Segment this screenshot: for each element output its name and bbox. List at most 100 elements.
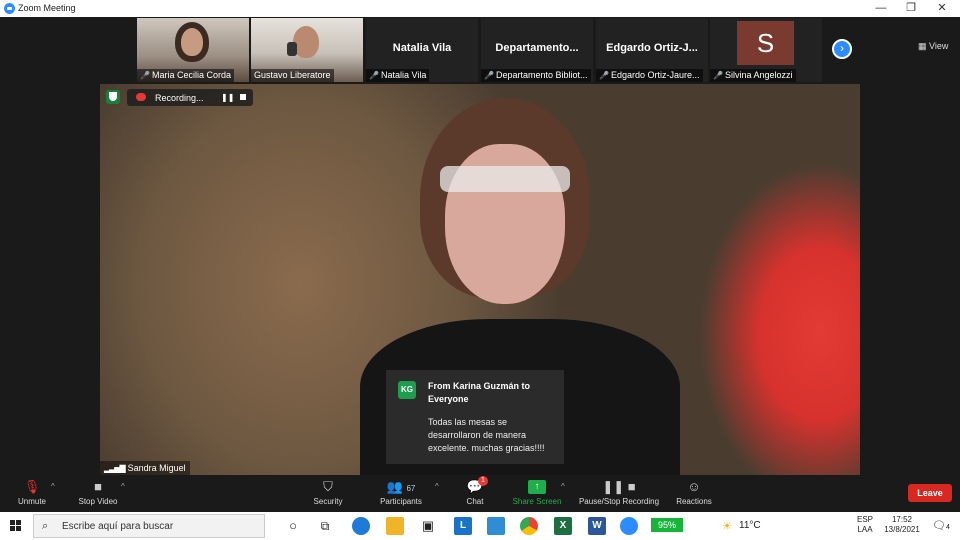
smiley-icon: ☺ [687,479,701,494]
view-label: View [929,41,949,51]
participant-name-tag: 🎤 Silvina Angelozzi [710,69,796,82]
clock[interactable]: 17:52 13/8/2021 [880,515,924,535]
zoom-logo-icon [4,3,15,14]
participant-tile[interactable]: S 🎤 Silvina Angelozzi [710,18,822,82]
encryption-shield-icon[interactable] [106,90,120,104]
share-screen-label: Share Screen [512,497,562,506]
security-button[interactable]: ⛉ Security [308,476,348,512]
meeting-toolbar: 🎙 Unmute ^ ■ Stop Video ^ ⛉ Security 👥 6… [0,476,960,512]
audio-options-caret[interactable]: ^ [51,482,55,491]
participant-tile[interactable]: 🎤 Maria Cecilia Corda [137,18,249,82]
signal-icon: ▂▃▅▇ [104,464,126,473]
notification-count: 4 [946,524,950,531]
language-indicator[interactable]: ESP LAA [855,515,875,535]
battery-indicator[interactable]: 95% [651,518,683,532]
restore-button[interactable]: ❐ [896,0,926,17]
video-options-caret[interactable]: ^ [121,482,125,491]
unmute-button[interactable]: 🎙 Unmute [14,476,50,512]
window-titlebar: Zoom Meeting — ❐ ✕ [0,0,960,17]
weather-icon: ☀ [721,519,733,533]
language-code: ESP [856,515,873,524]
participant-avatar: S [737,21,794,65]
participant-name-tag: 🎤 Departamento Bibliot... [481,69,591,82]
participant-name: Silvina Angelozzi [724,70,793,80]
share-options-caret[interactable]: ^ [561,482,565,491]
participant-tile[interactable]: Edgardo Ortiz-J... 🎤 Edgardo Ortiz-Jaure.… [596,18,708,82]
participant-name-tag: Gustavo Liberatore [251,69,334,82]
participants-count: 67 [406,484,416,493]
participant-name-tag: 🎤 Edgardo Ortiz-Jaure... [596,69,703,82]
chat-sender: From Karina Guzmán to Everyone [428,381,531,404]
cortana-icon[interactable]: ○ [284,517,302,535]
photos-icon[interactable] [487,517,505,535]
participant-name: Edgardo Ortiz-Jaure... [610,70,700,80]
grid-icon: ▦ [918,41,927,51]
chat-unread-badge: 1 [478,476,488,486]
windows-taskbar: ⌕ Escribe aquí para buscar ○ ⧉ ▣ L X W 9… [0,512,960,540]
chrome-icon[interactable] [520,517,538,535]
excel-icon[interactable]: X [554,517,572,535]
keyboard-layout: LAA [857,525,873,534]
file-explorer-icon[interactable] [386,517,404,535]
participant-name-tag: 🎤 Natalia Vila [366,69,430,82]
store-icon[interactable]: ▣ [419,517,437,535]
participant-name: Maria Cecilia Corda [151,70,231,80]
search-icon: ⌕ [42,520,49,532]
chat-notification[interactable]: KG From Karina Guzmán to Everyone Todas … [386,370,564,464]
search-placeholder: Escribe aquí para buscar [62,521,174,532]
word-icon[interactable]: W [588,517,606,535]
chat-button[interactable]: 💬 1 Chat [462,476,488,512]
view-button[interactable]: ▦ View [918,41,948,52]
temperature[interactable]: 11°C [739,521,761,531]
participants-button[interactable]: 👥 67 Participants [376,476,426,512]
stop-recording-button[interactable] [240,94,246,100]
stop-video-button[interactable]: ■ Stop Video [74,476,122,512]
next-page-button[interactable]: › [832,39,852,59]
pause-recording-button[interactable]: ❚❚ [221,93,234,102]
date: 13/8/2021 [884,525,920,534]
participant-face [181,28,203,56]
task-view-icon[interactable]: ⧉ [316,517,334,535]
video-camera-icon: ■ [94,479,102,494]
leave-button[interactable]: Leave [908,484,952,502]
participant-name: Departamento Bibliot... [495,70,588,80]
recording-label: Recording... [155,93,204,103]
windows-start-icon[interactable] [10,520,22,532]
window-title: Zoom Meeting [18,3,76,13]
headphones-icon [287,42,297,56]
muted-mic-icon: 🎙 [23,479,41,494]
sender-avatar: KG [398,381,416,399]
reactions-label: Reactions [676,497,712,506]
participant-tile[interactable]: Departamento... 🎤 Departamento Bibliot... [481,18,593,82]
participants-label: Participants [380,497,422,506]
muted-mic-icon: 🎤 [599,71,609,80]
participant-tile[interactable]: Natalia Vila 🎤 Natalia Vila [366,18,478,82]
minimize-button[interactable]: — [866,0,896,17]
participant-name-tag: 🎤 Maria Cecilia Corda [137,69,234,82]
pause-stop-recording-button[interactable]: ❚❚ ■ Pause/Stop Recording [577,476,661,512]
muted-mic-icon: 🎤 [140,71,150,80]
share-screen-icon: ↑ [528,480,546,494]
reactions-button[interactable]: ☺ Reactions [676,476,712,512]
participant-tile[interactable]: Gustavo Liberatore [251,18,363,82]
participant-display-name: Natalia Vila [392,42,452,54]
gallery-strip: 🎤 Maria Cecilia Corda Gustavo Liberatore … [0,17,960,82]
security-label: Security [313,497,343,506]
notification-center-icon[interactable]: 🗨4 [932,517,950,535]
security-shield-icon: ⛉ [323,479,333,494]
share-screen-button[interactable]: ↑ Share Screen [512,476,562,512]
taskbar-search-box[interactable]: ⌕ Escribe aquí para buscar [33,514,265,538]
chat-label: Chat [466,497,484,506]
speaker-name-tag: ▂▃▅▇ Sandra Miguel [100,461,190,475]
l-app-icon[interactable]: L [454,517,472,535]
participants-options-caret[interactable]: ^ [435,482,439,491]
edge-browser-icon[interactable] [352,517,370,535]
zoom-taskbar-icon[interactable] [620,517,638,535]
participant-name: Natalia Vila [380,70,427,80]
unmute-label: Unmute [17,497,46,506]
muted-mic-icon: 🎤 [713,71,723,80]
participant-name: Gustavo Liberatore [254,70,331,80]
speaker-name: Sandra Miguel [127,463,186,473]
recording-cloud-icon [136,93,146,101]
close-window-button[interactable]: ✕ [927,0,957,17]
